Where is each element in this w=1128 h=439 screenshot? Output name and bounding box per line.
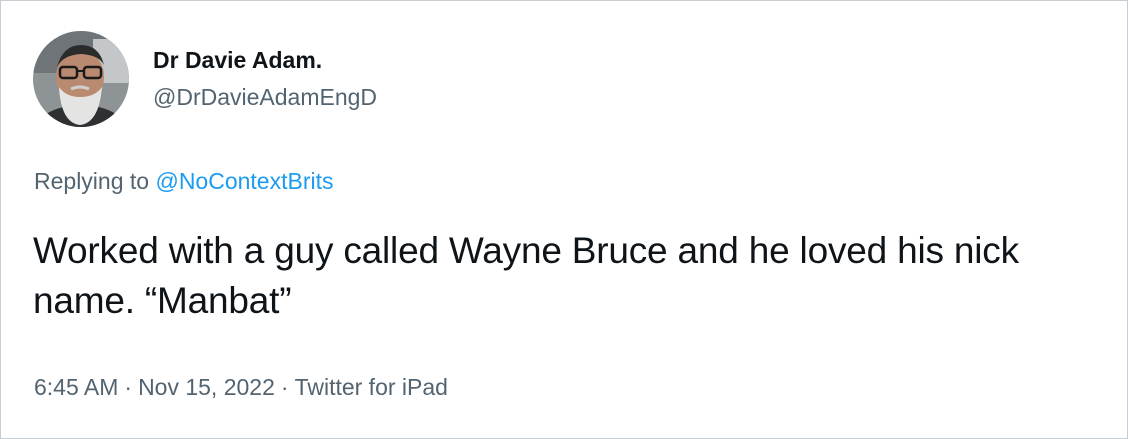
avatar[interactable] — [33, 31, 129, 127]
tweet-time[interactable]: 6:45 AM — [34, 374, 118, 400]
author-display-name[interactable]: Dr Davie Adam. — [153, 46, 322, 74]
meta-separator: · — [280, 374, 289, 400]
tweet-source[interactable]: Twitter for iPad — [295, 374, 448, 400]
tweet-text: Worked with a guy called Wayne Bruce and… — [33, 230, 1019, 321]
replying-to-line: Replying to @NoContextBrits — [34, 167, 333, 195]
replying-to-prefix: Replying to — [34, 168, 150, 194]
author-handle[interactable]: @DrDavieAdamEngD — [153, 83, 377, 111]
tweet-date[interactable]: Nov 15, 2022 — [138, 374, 275, 400]
meta-separator: · — [124, 374, 133, 400]
tweet-card: Dr Davie Adam. @DrDavieAdamEngD Replying… — [0, 0, 1128, 439]
avatar-photo — [33, 31, 129, 127]
tweet-meta: 6:45 AM · Nov 15, 2022 · Twitter for iPad — [34, 373, 448, 401]
reply-target-link[interactable]: @NoContextBrits — [155, 168, 333, 194]
